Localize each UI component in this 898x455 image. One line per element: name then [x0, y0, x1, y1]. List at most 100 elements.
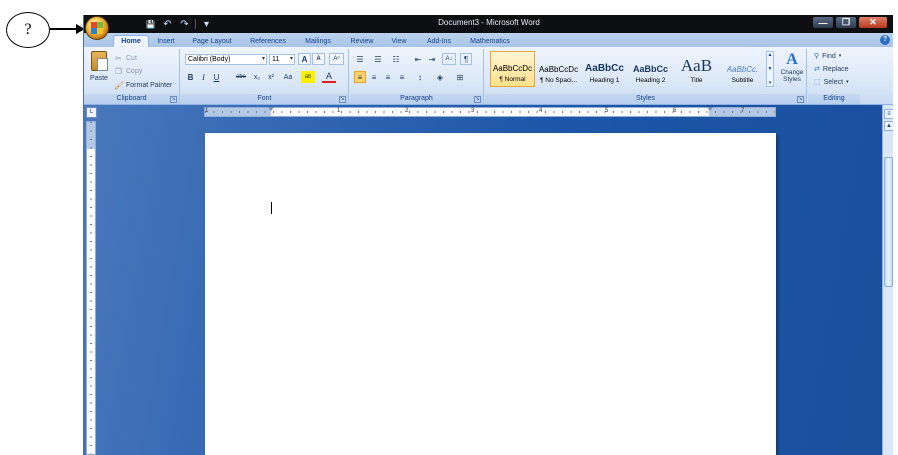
styles-gallery: AaBbCcDc ¶ Normal AaBbCcDc ¶ No Spaci...…	[488, 51, 766, 89]
maximize-button[interactable]: ❐	[835, 16, 857, 29]
style-name: Title	[690, 77, 703, 84]
select-button[interactable]: ⬚ Select ▾	[814, 76, 849, 88]
change-case-button[interactable]: Aa	[280, 71, 296, 83]
styles-launcher-icon[interactable]: ↘	[797, 96, 804, 103]
highlight-button[interactable]: ab	[301, 71, 315, 83]
paragraph-group-label: Paragraph	[350, 94, 483, 104]
office-button[interactable]	[85, 16, 109, 40]
decrease-indent-icon[interactable]: ⇤	[412, 53, 424, 65]
copy-icon: ❐	[114, 67, 123, 76]
cut-button[interactable]: ✂ Cut	[114, 53, 137, 64]
tab-insert[interactable]: Insert	[151, 35, 181, 47]
replace-button[interactable]: ⇄ Replace	[814, 63, 849, 75]
style-name: Subtitle	[731, 77, 754, 84]
find-button[interactable]: ⚲ Find ▾	[814, 50, 841, 62]
tab-home[interactable]: Home	[113, 35, 149, 47]
select-label: Select	[823, 78, 844, 86]
style-title[interactable]: AaB Title	[674, 51, 719, 87]
style-name: ¶ No Spaci...	[539, 77, 578, 84]
tab-review[interactable]: Review	[344, 35, 380, 47]
line-spacing-icon[interactable]: ↕	[414, 71, 426, 83]
view-ruler-icon[interactable]: ≡	[884, 109, 893, 119]
more-icon[interactable]: ▾	[769, 80, 772, 86]
font-size-combo[interactable]: 11 ▾	[269, 54, 295, 65]
numbering-icon[interactable]: ☰	[372, 53, 384, 65]
callout-circle: ?	[6, 12, 50, 48]
replace-label: Replace	[822, 65, 849, 73]
multilevel-list-icon[interactable]: ☷	[390, 53, 402, 65]
shrink-font-button[interactable]: A	[312, 53, 325, 65]
ruler-toggle-button[interactable]: L	[86, 107, 97, 118]
vertical-ruler[interactable]	[86, 121, 96, 455]
superscript-button[interactable]: x²	[265, 71, 277, 83]
scroll-up-icon[interactable]: ▲	[884, 121, 893, 131]
select-icon: ⬚	[814, 79, 821, 86]
paste-button[interactable]: Paste	[88, 51, 110, 91]
style-normal[interactable]: AaBbCcDc ¶ Normal	[490, 51, 535, 87]
help-icon[interactable]: ?	[880, 35, 890, 45]
font-group: Calibri (Body) ▾ 11 ▾ A A Aᵒ B I U abe x₂ …	[181, 49, 349, 104]
increase-indent-icon[interactable]: ⇥	[426, 53, 438, 65]
align-left-icon[interactable]: ≡	[354, 71, 366, 83]
tab-view[interactable]: View	[384, 35, 414, 47]
left-indent-marker[interactable]	[268, 107, 274, 111]
align-center-icon[interactable]: ≡	[368, 71, 380, 83]
chevron-up-icon[interactable]: ▲	[768, 52, 773, 58]
style-no-spacing[interactable]: AaBbCcDc ¶ No Spaci...	[536, 51, 581, 87]
paragraph-launcher-icon[interactable]: ↘	[474, 96, 481, 103]
scrollbar-thumb[interactable]	[884, 157, 893, 287]
bullets-icon[interactable]: ☰	[354, 53, 366, 65]
style-name: ¶ Normal	[499, 76, 526, 83]
tab-mathematics[interactable]: Mathematics	[464, 35, 516, 47]
grow-font-button[interactable]: A	[298, 53, 311, 65]
clipboard-launcher-icon[interactable]: ↘	[170, 96, 177, 103]
strikethrough-button[interactable]: abe	[233, 71, 249, 83]
style-heading-1[interactable]: AaBbCc Heading 1	[582, 51, 627, 87]
style-heading-2[interactable]: AaBbCc Heading 2	[628, 51, 673, 87]
format-painter-button[interactable]: 🖌 Format Painter	[114, 80, 172, 91]
right-indent-marker[interactable]	[707, 107, 713, 111]
ruler-ticks	[205, 111, 775, 113]
vruler-ticks	[90, 122, 92, 454]
tab-page-layout[interactable]: Page Layout	[187, 35, 237, 47]
style-subtitle[interactable]: AaBbCc. Subtitle	[720, 51, 765, 87]
horizontal-ruler[interactable]: 1 1 2 3 4 5 6 7	[204, 107, 776, 117]
borders-icon[interactable]: ⊞	[454, 71, 466, 83]
change-styles-button[interactable]: A Change Styles	[776, 51, 808, 91]
tab-references[interactable]: References	[244, 35, 292, 47]
align-right-icon[interactable]: ≡	[382, 71, 394, 83]
word-window: 💾 ↶ ↷ ▾ Document3 - Microsoft Word — ❐ ✕…	[83, 15, 893, 455]
minimize-button[interactable]: —	[812, 16, 834, 29]
title-bar: 💾 ↶ ↷ ▾ Document3 - Microsoft Word — ❐ ✕	[84, 15, 893, 33]
style-sample: AaB	[680, 58, 713, 74]
text-cursor	[271, 202, 272, 214]
font-color-button[interactable]: A	[322, 71, 336, 83]
vertical-scrollbar[interactable]: ≡ ▲	[882, 105, 893, 455]
copy-button[interactable]: ❐ Copy	[114, 66, 142, 77]
ruler-number: 6	[673, 108, 677, 114]
italic-button[interactable]: I	[198, 71, 209, 83]
style-sample: AaBbCc	[632, 64, 668, 74]
sort-button[interactable]: A↓	[442, 53, 456, 65]
style-name: Heading 2	[635, 77, 666, 84]
styles-gallery-scroll[interactable]: ▲ ▼ ▾	[766, 51, 774, 87]
tab-mailings[interactable]: Mailings	[298, 35, 338, 47]
chevron-down-icon: ▾	[289, 56, 293, 62]
document-page[interactable]	[205, 133, 776, 455]
font-name-combo[interactable]: Calibri (Body) ▾	[185, 54, 267, 65]
clear-formatting-button[interactable]: Aᵒ	[329, 53, 344, 65]
shading-icon[interactable]: ◈	[434, 71, 446, 83]
ruler-number: 5	[605, 108, 609, 114]
bold-button[interactable]: B	[185, 71, 196, 83]
underline-button[interactable]: U	[211, 71, 222, 83]
font-launcher-icon[interactable]: ↘	[339, 96, 346, 103]
style-sample: AaBbCc	[585, 63, 624, 74]
subscript-button[interactable]: x₂	[251, 71, 263, 83]
tab-add-ins[interactable]: Add-Ins	[420, 35, 458, 47]
justify-icon[interactable]: ≡	[396, 71, 408, 83]
paste-label: Paste	[90, 75, 108, 82]
close-button[interactable]: ✕	[858, 16, 888, 29]
show-formatting-button[interactable]: ¶	[460, 53, 472, 65]
chevron-down-icon: ▾	[838, 53, 842, 59]
chevron-down-icon[interactable]: ▼	[768, 66, 773, 72]
